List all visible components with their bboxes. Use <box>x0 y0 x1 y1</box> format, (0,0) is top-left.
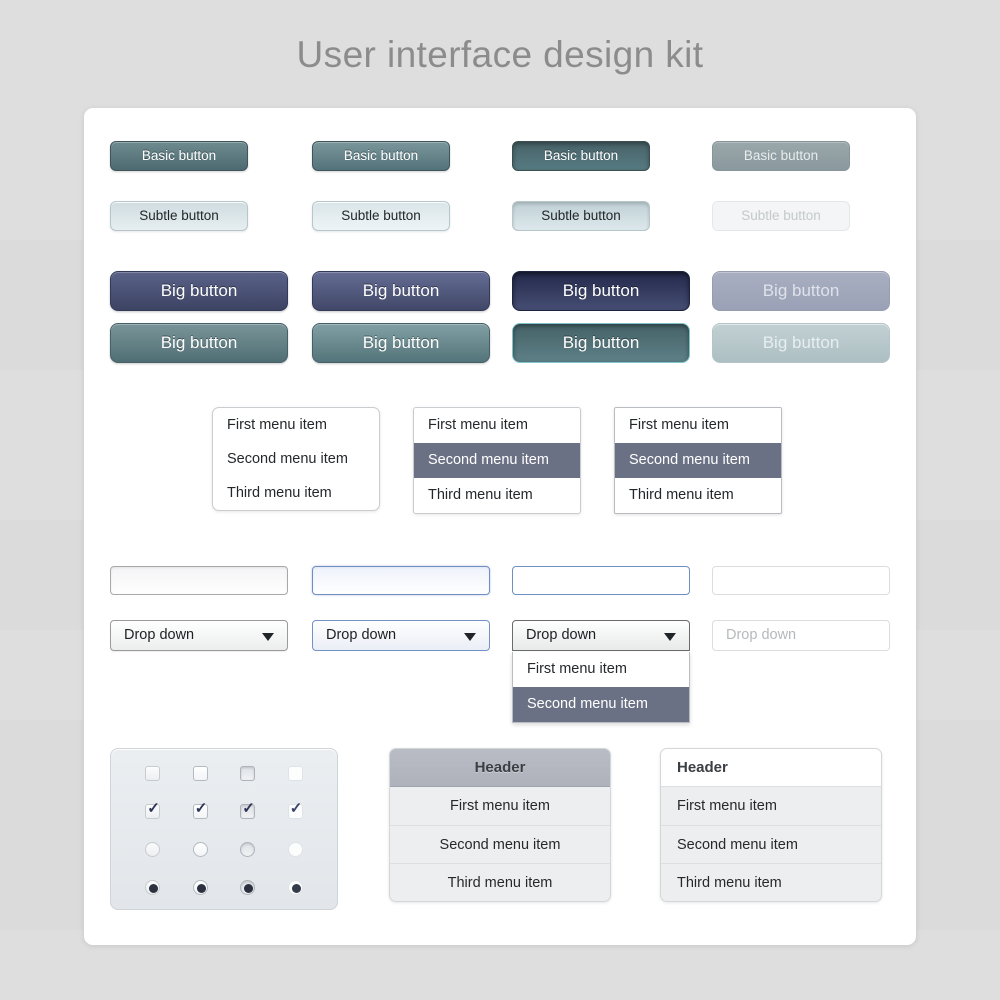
panel-item[interactable]: First menu item <box>390 787 610 825</box>
page-title: User interface design kit <box>296 34 704 75</box>
basic-button-hover[interactable]: Basic button <box>312 141 450 171</box>
subtle-button-hover[interactable]: Subtle button <box>312 201 450 231</box>
checkbox-icon-normal[interactable] <box>145 765 161 781</box>
dropdown-focus[interactable]: Drop down <box>312 620 490 651</box>
radio-button-icon-disabled <box>287 841 303 857</box>
radio-button-icon-normal[interactable] <box>145 841 161 857</box>
checkbox-icon-hover[interactable] <box>192 765 208 781</box>
design-kit-card: Basic button Subtle button Basic button … <box>84 108 916 945</box>
checkbox-checked-row: ✓ ✓ ✓ ✓ <box>111 792 337 830</box>
menu-item-selected[interactable]: Second menu item <box>615 443 781 478</box>
big-button-teal-disabled: Big button <box>712 323 890 363</box>
dropdown-open[interactable]: Drop down First menu item Second menu it… <box>512 620 690 723</box>
panel-header: Header <box>661 749 881 787</box>
checkbox-icon-checked-normal[interactable]: ✓ <box>145 799 161 819</box>
big-button-navy-disabled: Big button <box>712 271 890 311</box>
big-button-navy-normal[interactable]: Big button <box>110 271 288 311</box>
subtle-button-disabled: Subtle button <box>712 201 850 231</box>
dropdown-label: Drop down <box>326 627 397 643</box>
checkbox-icon-pressed[interactable] <box>240 765 256 781</box>
controls-panel: ✓ ✓ ✓ ✓ <box>110 748 338 910</box>
radio-dot-icon <box>196 883 206 893</box>
radio-dot-icon <box>291 883 301 893</box>
radio-dot-icon <box>244 883 254 893</box>
triangle-down-icon <box>262 633 274 641</box>
triangle-down-icon <box>464 633 476 641</box>
check-mark-icon: ✓ <box>242 799 255 817</box>
checkbox-icon-disabled <box>287 765 303 781</box>
subtle-button-normal[interactable]: Subtle button <box>110 201 248 231</box>
text-input-active[interactable] <box>512 566 690 595</box>
big-button-teal-normal[interactable]: Big button <box>110 323 288 363</box>
big-button-navy-pressed[interactable]: Big button <box>512 271 690 311</box>
panel-left-aligned: Header First menu item Second menu item … <box>660 748 882 902</box>
subtle-button-pressed[interactable]: Subtle button <box>512 201 650 231</box>
panel-item[interactable]: Second menu item <box>390 825 610 863</box>
panel-item[interactable]: Third menu item <box>661 863 881 901</box>
check-mark-icon: ✓ <box>194 799 208 817</box>
dropdown-option-list[interactable]: First menu item Second menu item <box>512 652 690 723</box>
radio-unselected-row <box>111 830 337 868</box>
radio-button-icon-selected-pressed[interactable] <box>240 879 256 895</box>
menu-item[interactable]: Second menu item <box>213 442 379 476</box>
big-button-teal-pressed[interactable]: Big button <box>512 323 690 363</box>
dropdown-disabled: Drop down <box>712 620 890 651</box>
radio-dot-icon <box>149 883 159 893</box>
radio-selected-row <box>111 868 337 906</box>
menu-item[interactable]: Third menu item <box>615 478 781 513</box>
dropdown-label: Drop down <box>726 627 797 643</box>
panel-item[interactable]: Third menu item <box>390 863 610 901</box>
checkbox-icon-checked-pressed[interactable]: ✓ <box>240 799 256 819</box>
text-input-focus[interactable] <box>312 566 490 595</box>
menu-item[interactable]: First menu item <box>414 408 580 443</box>
menu-sharp[interactable]: First menu item Second menu item Third m… <box>614 407 782 514</box>
radio-button-icon-hover[interactable] <box>192 841 208 857</box>
text-input-disabled <box>712 566 890 595</box>
radio-button-icon-selected-hover[interactable] <box>192 879 208 895</box>
basic-button-normal[interactable]: Basic button <box>110 141 248 171</box>
radio-button-icon-selected-disabled <box>287 879 303 895</box>
menu-item[interactable]: Third menu item <box>414 478 580 513</box>
menu-item[interactable]: First menu item <box>615 408 781 443</box>
text-input-normal[interactable] <box>110 566 288 595</box>
radio-button-icon-pressed[interactable] <box>240 841 256 857</box>
checkbox-unchecked-row <box>111 754 337 792</box>
check-mark-icon: ✓ <box>147 799 160 817</box>
basic-button-disabled: Basic button <box>712 141 850 171</box>
menu-rounded[interactable]: First menu item Second menu item Third m… <box>212 407 380 511</box>
menu-soft[interactable]: First menu item Second menu item Third m… <box>413 407 581 514</box>
checkbox-icon-checked-hover[interactable]: ✓ <box>192 799 208 819</box>
dropdown-normal[interactable]: Drop down <box>110 620 288 651</box>
radio-button-icon-selected-normal[interactable] <box>145 879 161 895</box>
dropdown-label: Drop down <box>124 627 195 643</box>
checkbox-icon-checked-disabled: ✓ <box>287 799 303 819</box>
panel-item[interactable]: First menu item <box>661 787 881 825</box>
big-button-navy-hover[interactable]: Big button <box>312 271 490 311</box>
menu-item[interactable]: Third menu item <box>213 476 379 510</box>
dropdown-option[interactable]: First menu item <box>513 652 689 687</box>
panel-centered: Header First menu item Second menu item … <box>389 748 611 902</box>
menu-item-selected[interactable]: Second menu item <box>414 443 580 478</box>
panel-header: Header <box>390 749 610 787</box>
check-mark-icon: ✓ <box>289 799 303 817</box>
basic-button-pressed[interactable]: Basic button <box>512 141 650 171</box>
dropdown-label: Drop down <box>526 627 597 643</box>
triangle-down-icon <box>664 633 676 641</box>
dropdown-option-selected[interactable]: Second menu item <box>513 687 689 722</box>
panel-item[interactable]: Second menu item <box>661 825 881 863</box>
menu-item[interactable]: First menu item <box>213 408 379 442</box>
big-button-teal-hover[interactable]: Big button <box>312 323 490 363</box>
